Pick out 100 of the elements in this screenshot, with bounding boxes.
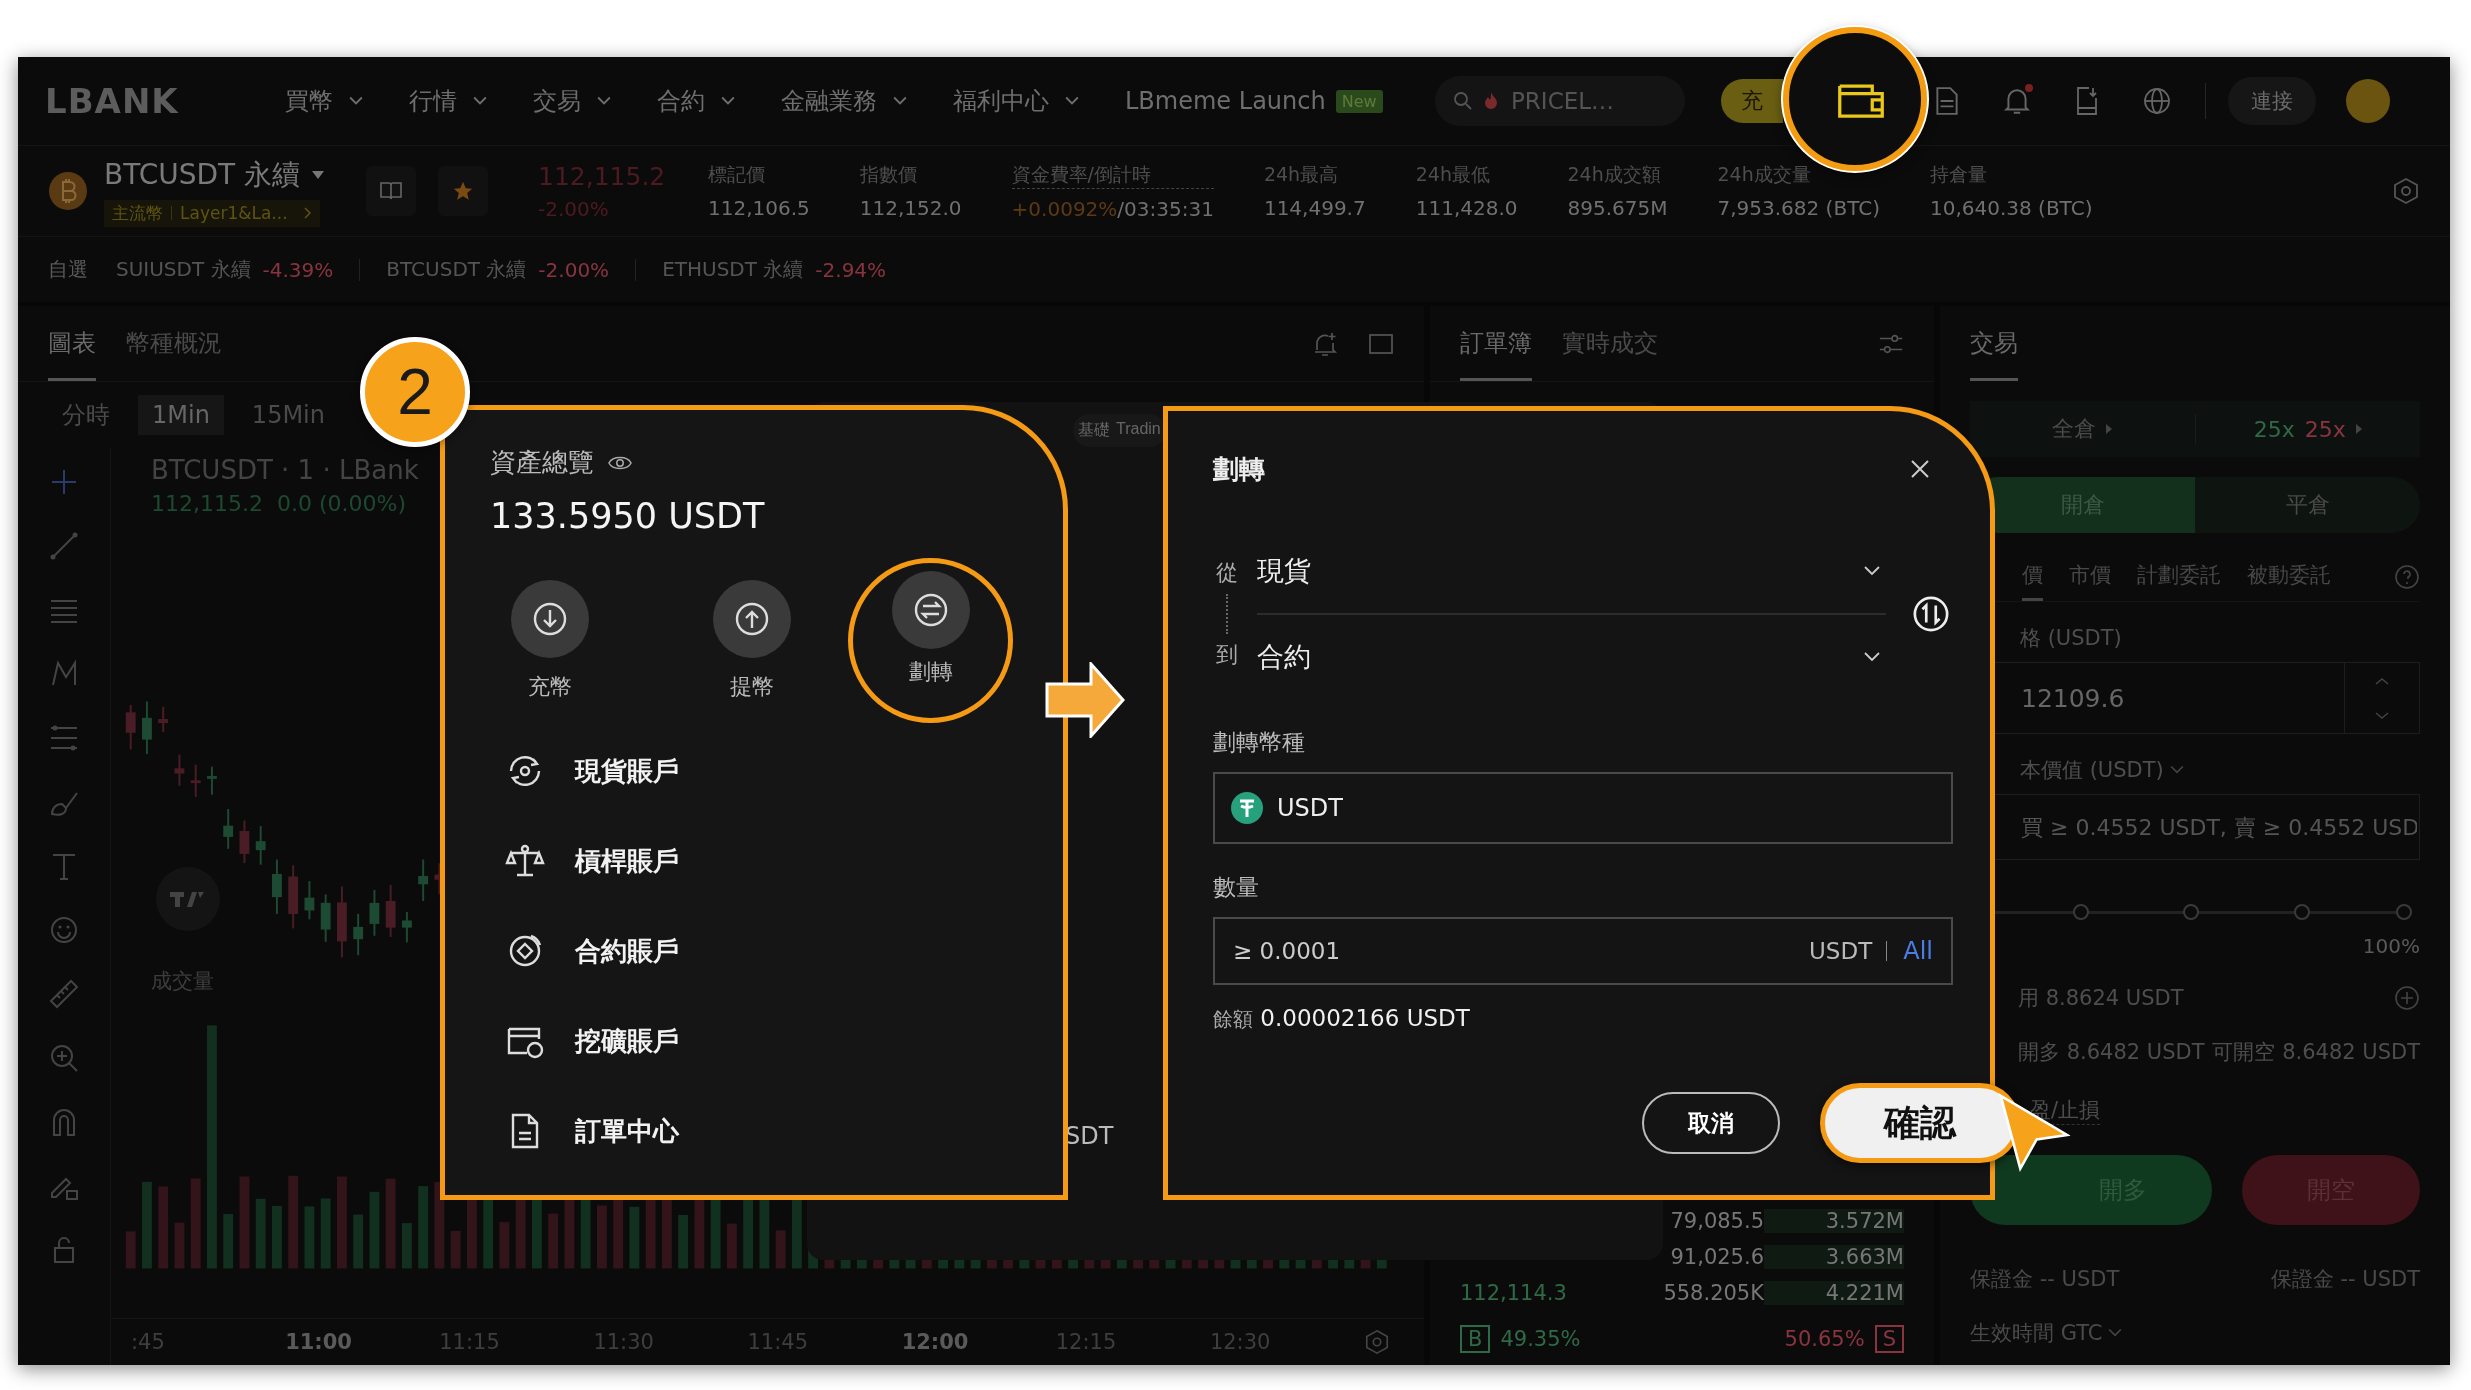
position-tab[interactable]: 平倉: [2195, 477, 2420, 533]
slider-step-marker[interactable]: [2293, 904, 2310, 920]
crosshair-icon[interactable]: [49, 467, 79, 497]
margin-mode-button[interactable]: 全倉: [1970, 414, 2196, 444]
chevron-down-icon: [721, 96, 735, 106]
smiley-icon[interactable]: [49, 915, 79, 945]
avatar[interactable]: [2346, 79, 2390, 123]
symbol-title[interactable]: BTCUSDT 永續: [104, 155, 301, 194]
price-input[interactable]: 12109.6: [1971, 663, 2344, 733]
nav-menu-item[interactable]: 買幣: [285, 85, 363, 117]
slider-step-marker[interactable]: [2396, 904, 2412, 920]
order-book-tab[interactable]: 實時成交: [1562, 306, 1658, 381]
stat-value: 112,106.5: [708, 196, 810, 220]
stat-label: 資金費率/倒計時: [1011, 161, 1214, 189]
account-menu-item[interactable]: 訂單中心: [490, 1111, 1018, 1151]
tag-label[interactable]: Layer1&La...: [180, 203, 288, 223]
account-menu-item[interactable]: 挖礦賬戶: [490, 1021, 1018, 1061]
trade-tab[interactable]: 交易: [1970, 306, 2018, 381]
cancel-button[interactable]: 取消: [1642, 1092, 1780, 1154]
buy-ratio: 49.35%: [1500, 1327, 1581, 1351]
plus-circle-icon[interactable]: [2394, 985, 2420, 1011]
swap-icon[interactable]: [1912, 595, 1950, 633]
amount-field[interactable]: ≥ 0.0001 USDT All: [1213, 917, 1953, 985]
from-account-select[interactable]: 現貨: [1257, 529, 1886, 615]
order-book-tab[interactable]: 訂單簿: [1460, 306, 1532, 381]
max-short-amount: 可開空 8.6482 USDT: [2212, 1039, 2420, 1066]
all-button[interactable]: All: [1901, 937, 1935, 965]
margin-label: 保證金 -- USDT: [1970, 1266, 2120, 1293]
logo[interactable]: LBANK: [45, 81, 285, 121]
trend-line-icon[interactable]: [49, 531, 79, 561]
chevron-down-icon: [349, 96, 363, 106]
action-label[interactable]: 劃轉: [908, 657, 953, 687]
chart-tab[interactable]: 幣種概況: [126, 306, 222, 381]
stat-value: +0.0092%/03:35:31: [1011, 196, 1214, 221]
wallet-icon[interactable]: [1836, 81, 1886, 121]
ruler-icon[interactable]: [49, 979, 79, 1009]
zoom-in-icon[interactable]: [49, 1043, 79, 1073]
dialog-tab[interactable]: 基礎: [1077, 416, 1111, 445]
action-label[interactable]: 充幣: [528, 672, 572, 702]
margin-label: 保證金 -- USDT: [2270, 1266, 2420, 1293]
connect-button[interactable]: 連接: [2228, 77, 2316, 125]
nav-menu-item[interactable]: 合約: [657, 85, 735, 117]
fibonacci-icon[interactable]: [49, 723, 79, 753]
deposit-button[interactable]: 充: [1721, 79, 1783, 123]
book-button[interactable]: [366, 166, 416, 216]
search-input[interactable]: PRICEL…: [1509, 87, 1653, 115]
favorite-symbol[interactable]: ETHUSDT 永續: [662, 256, 804, 283]
nav-menu-item[interactable]: 金融業務: [781, 85, 907, 117]
order-type-tab[interactable]: 計劃委託: [2137, 553, 2221, 601]
leverage-button[interactable]: 25x 25x: [2195, 416, 2420, 442]
document-icon[interactable]: [1933, 86, 1961, 116]
coin-select[interactable]: USDT: [1213, 772, 1953, 844]
order-type-tab[interactable]: 被動委託: [2247, 553, 2331, 601]
settings-icon[interactable]: [2392, 177, 2420, 205]
order-book-total: 3.663M: [1764, 1245, 1904, 1269]
help-icon[interactable]: [2394, 564, 2420, 590]
account-menu-item[interactable]: 合約賬戶: [490, 931, 1018, 971]
chevron-down-icon: [893, 96, 907, 106]
time-axis-label: 11:00: [285, 1330, 353, 1354]
max-long-amount: 開多 8.6482 USDT: [2018, 1039, 2205, 1066]
chart-tab[interactable]: 圖表: [48, 306, 96, 381]
chevron-up-icon[interactable]: [2375, 676, 2389, 685]
order-type-tab[interactable]: 市價: [2069, 553, 2111, 601]
globe-icon[interactable]: [2143, 86, 2171, 116]
interval-tab[interactable]: 15Min: [237, 394, 339, 435]
bell-icon[interactable]: [2003, 86, 2031, 116]
chevron-down-icon[interactable]: [2375, 711, 2389, 720]
tag-label[interactable]: 主流幣: [112, 201, 163, 225]
nav-menu-item[interactable]: 交易: [533, 85, 611, 117]
action-label[interactable]: 提幣: [730, 672, 774, 702]
caret-down-icon[interactable]: [312, 170, 325, 179]
stat-value: 114,499.7: [1263, 196, 1366, 220]
search-bar[interactable]: PRICEL…: [1435, 76, 1685, 126]
favorite-button[interactable]: [438, 166, 488, 216]
bell-plus-icon[interactable]: [1312, 330, 1338, 357]
dialog-tab[interactable]: Tradin: [1115, 416, 1162, 445]
favorite-symbol[interactable]: SUIUSDT 永續: [116, 256, 251, 283]
amount-label: 數量: [1213, 873, 1260, 902]
favorite-symbol[interactable]: BTCUSDT 永續: [386, 256, 527, 283]
to-account-select[interactable]: 合約: [1257, 615, 1886, 699]
chevron-down-icon: [1864, 652, 1880, 662]
slider-step-marker[interactable]: [2183, 904, 2199, 920]
chevron-right-icon: [303, 207, 312, 219]
sell-ratio-marker: S: [1874, 1325, 1904, 1353]
stat-label: 24h成交額: [1567, 162, 1662, 187]
account-menu-item[interactable]: 槓桿賬戶: [490, 841, 1018, 881]
nav-menu-item[interactable]: 行情: [409, 85, 487, 117]
nav-menu-item[interactable]: 福利中心: [953, 85, 1079, 117]
interval-tab[interactable]: 1Min: [138, 394, 224, 435]
slider-step-marker[interactable]: [2072, 904, 2089, 920]
cost-label[interactable]: 本價值 (USDT): [1970, 756, 2420, 784]
order-type-tab[interactable]: 價: [2022, 553, 2043, 601]
nav-menu-item[interactable]: LBmeme Launch: [1125, 87, 1326, 115]
close-icon[interactable]: [1910, 459, 1930, 479]
settings-icon[interactable]: [1364, 1329, 1390, 1355]
stat-label: 24h最低: [1415, 162, 1491, 187]
favorites-label[interactable]: 自選: [48, 256, 88, 283]
time-in-force-select[interactable]: 生效時間 GTC: [1970, 1319, 2420, 1347]
interval-tab[interactable]: 分時: [48, 392, 124, 437]
account-menu-item[interactable]: 現貨賬戶: [490, 751, 1018, 791]
